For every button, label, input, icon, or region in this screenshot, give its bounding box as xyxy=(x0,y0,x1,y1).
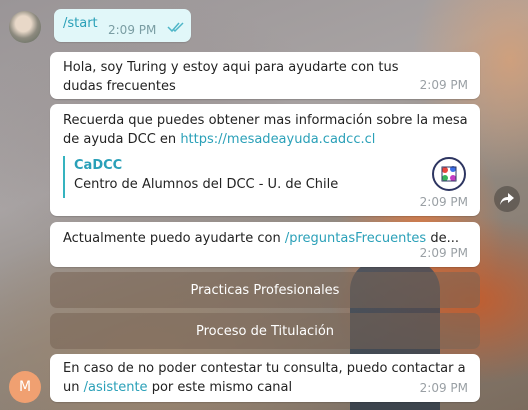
bot-message-assistant: En caso de no poder contestar tu consult… xyxy=(50,354,480,402)
message-time: 2:09 PM xyxy=(419,381,468,395)
cadcc-logo-icon xyxy=(432,157,466,191)
message-text: Actualmente puedo ayudarte con /pregunta… xyxy=(63,229,459,248)
bot-message-info: Recuerda que puedes obtener mas informac… xyxy=(50,104,480,216)
message-time: 2:09 PM xyxy=(419,195,468,209)
sender-avatar[interactable] xyxy=(9,11,41,43)
help-desk-link[interactable]: https://mesadeayuda.cadcc.cl xyxy=(180,132,375,147)
preview-description: Centro de Alumnos del DCC - U. de Chile xyxy=(74,177,339,192)
message-time: 2:09 PM xyxy=(419,246,468,260)
start-command-text[interactable]: /start xyxy=(63,16,98,31)
message-time: 2:09 PM xyxy=(108,23,157,37)
message-text: En caso de no poder contestar tu consult… xyxy=(63,359,468,397)
double-check-icon xyxy=(167,21,185,37)
outgoing-message[interactable]: /start 2:09 PM xyxy=(54,9,191,42)
user-avatar[interactable]: M xyxy=(9,371,41,403)
preview-title: CaDCC xyxy=(74,158,123,173)
commands-text: Actualmente puedo ayudarte con xyxy=(63,231,285,246)
assistant-text-end: por este mismo canal xyxy=(147,380,293,395)
keyboard-button-titulacion[interactable]: Proceso de Titulación xyxy=(50,313,480,349)
assistant-command-link[interactable]: /asistente xyxy=(84,380,148,395)
message-text: Recuerda que puedes obtener mas informac… xyxy=(63,111,468,149)
bot-message-commands: Actualmente puedo ayudarte con /pregunta… xyxy=(50,222,480,267)
link-preview[interactable]: CaDCC Centro de Alumnos del DCC - U. de … xyxy=(63,156,466,198)
message-text: Hola, soy Turing y estoy aqui para ayuda… xyxy=(63,60,399,94)
bot-message-greeting: Hola, soy Turing y estoy aqui para ayuda… xyxy=(50,52,480,99)
message-time: 2:09 PM xyxy=(419,78,468,92)
share-forward-icon[interactable] xyxy=(494,186,520,212)
faq-command-link[interactable]: /preguntasFrecuentes xyxy=(285,231,426,246)
keyboard-button-practicas[interactable]: Practicas Profesionales xyxy=(50,272,480,308)
